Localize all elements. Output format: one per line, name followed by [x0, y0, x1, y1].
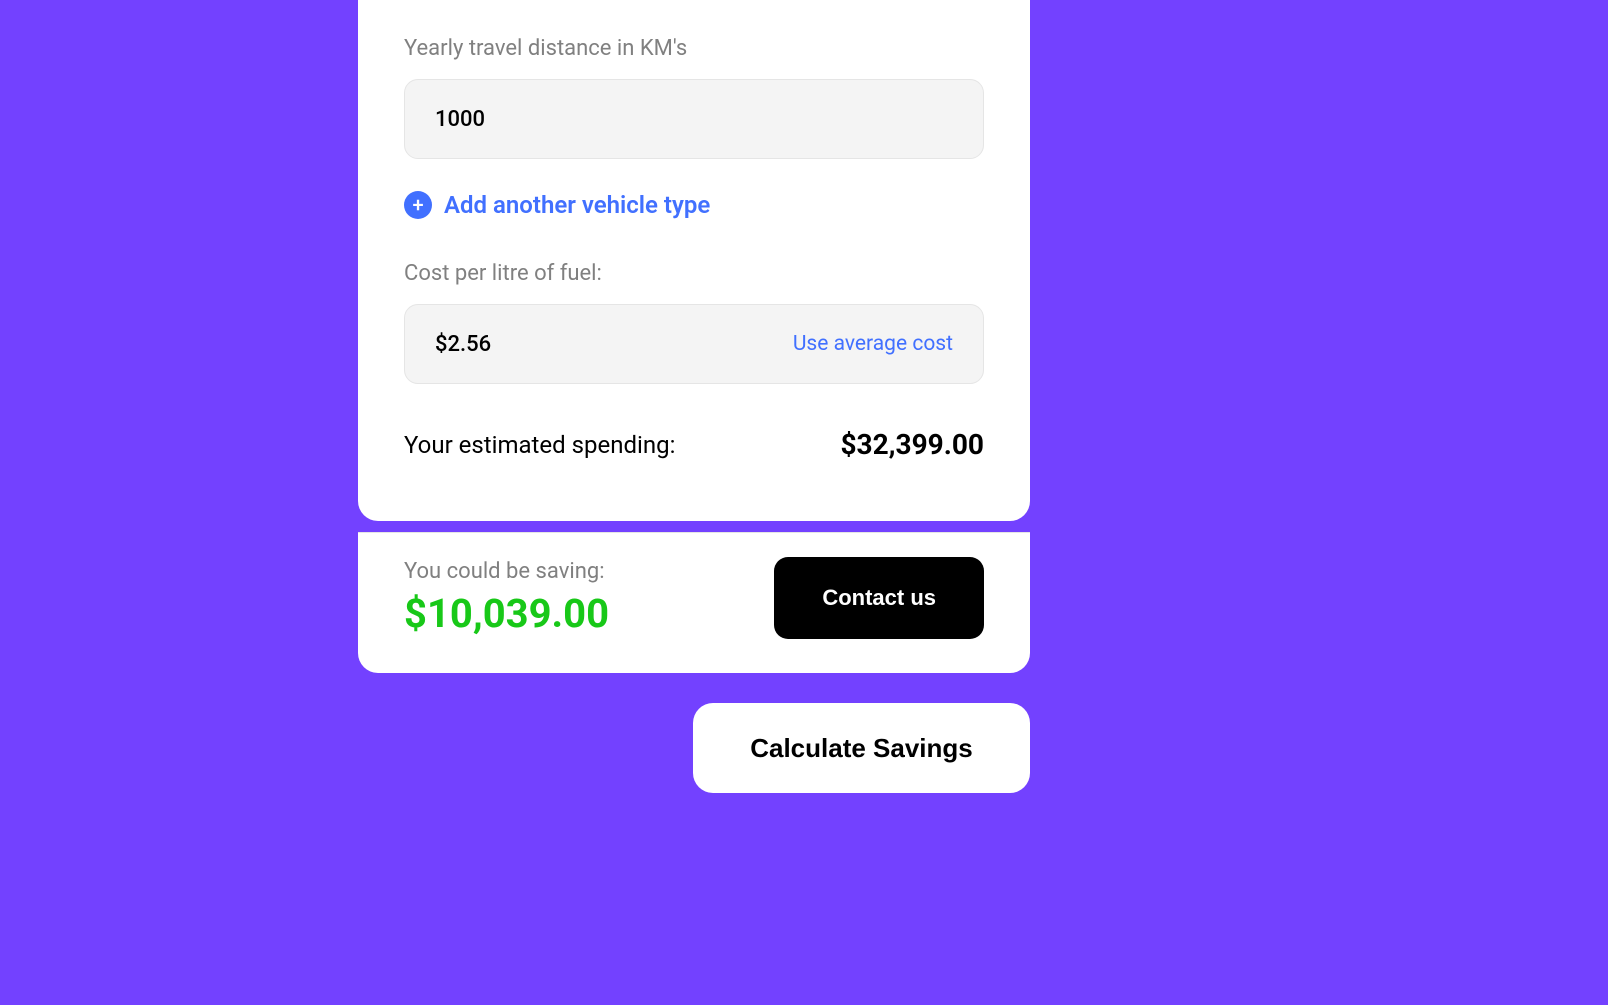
- calculator-card: Yearly travel distance in KM's 1000 + Ad…: [358, 0, 1030, 521]
- spending-value: $32,399.00: [840, 428, 984, 461]
- fuel-cost-value: $2.56: [435, 332, 793, 357]
- saving-label: You could be saving:: [404, 559, 609, 584]
- add-vehicle-label: Add another vehicle type: [444, 191, 710, 219]
- distance-section: Yearly travel distance in KM's 1000: [404, 0, 984, 159]
- add-vehicle-link[interactable]: + Add another vehicle type: [404, 191, 984, 219]
- savings-footer: You could be saving: $10,039.00 Contact …: [358, 533, 1030, 673]
- calculate-savings-button[interactable]: Calculate Savings: [693, 703, 1030, 793]
- plus-icon: +: [404, 191, 432, 219]
- fuel-cost-input[interactable]: $2.56 Use average cost: [404, 304, 984, 384]
- use-average-link[interactable]: Use average cost: [793, 332, 953, 356]
- saving-value: $10,039.00: [404, 590, 609, 637]
- fuel-cost-section: Cost per litre of fuel: $2.56 Use averag…: [404, 261, 984, 384]
- distance-input[interactable]: 1000: [404, 79, 984, 159]
- spending-row: Your estimated spending: $32,399.00: [404, 428, 984, 521]
- fuel-cost-label: Cost per litre of fuel:: [404, 261, 984, 286]
- saving-info: You could be saving: $10,039.00: [404, 559, 609, 637]
- distance-value: 1000: [435, 107, 953, 132]
- spending-label: Your estimated spending:: [404, 431, 675, 459]
- contact-button[interactable]: Contact us: [774, 557, 984, 639]
- distance-label: Yearly travel distance in KM's: [404, 36, 984, 61]
